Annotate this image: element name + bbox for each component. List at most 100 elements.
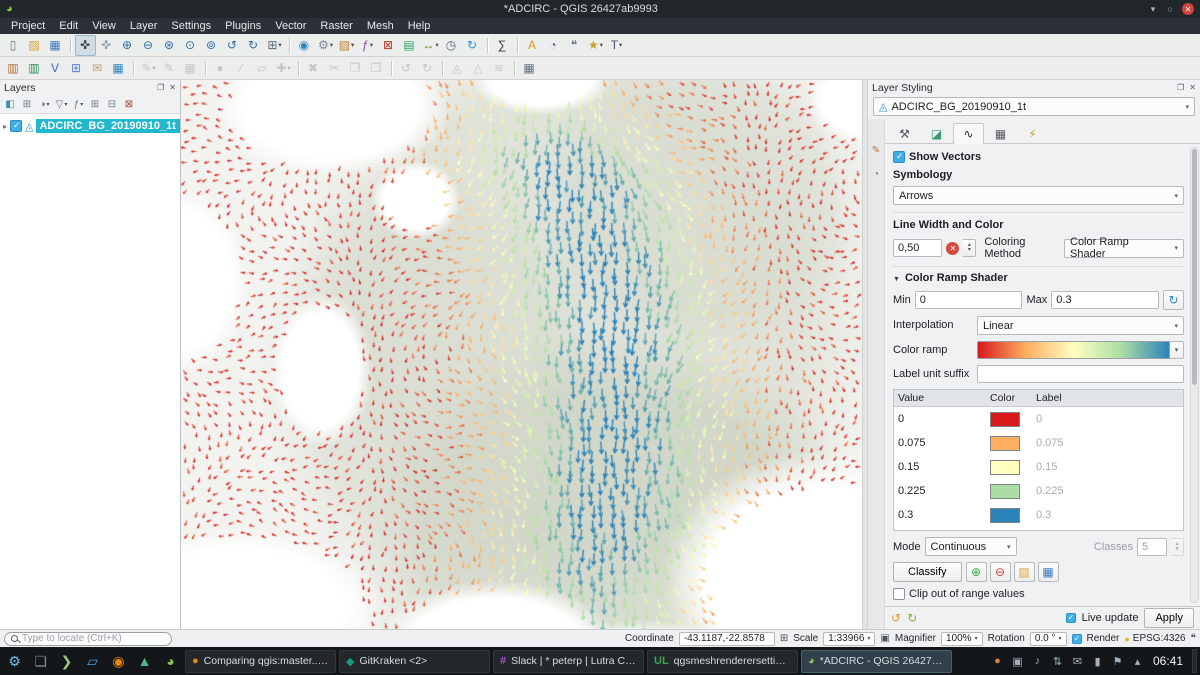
menu-edit[interactable]: Edit <box>52 18 85 34</box>
color-map-row[interactable]: 0 0 <box>894 407 1183 431</box>
line-width-spinner[interactable] <box>963 239 976 257</box>
render-checkbox[interactable] <box>1072 634 1082 644</box>
layer-diagram-icon[interactable]: ◔ <box>543 35 564 56</box>
color-swatch[interactable] <box>990 484 1020 499</box>
tray-update-icon[interactable]: ● <box>989 653 1006 670</box>
qgis-launcher-icon[interactable]: ◕ <box>159 650 182 673</box>
load-color-map-icon[interactable]: ▨ <box>1014 562 1035 582</box>
open-layer-styling-icon[interactable]: ◧ <box>2 96 19 113</box>
zoom-next-icon[interactable]: ↻ <box>243 35 264 56</box>
tab-vectors[interactable]: ∿ <box>953 123 984 144</box>
classes-spinner[interactable] <box>1171 538 1184 556</box>
styling-symbology-icon[interactable]: ✎ <box>869 143 884 158</box>
add-polygon-icon[interactable]: ▱ <box>252 58 273 79</box>
float-panel-icon[interactable]: ❐ <box>1177 83 1184 92</box>
mesh-calculator-icon[interactable]: ▦ <box>108 58 129 79</box>
menu-help[interactable]: Help <box>401 18 438 34</box>
tray-expand-icon[interactable]: ▴ <box>1129 653 1146 670</box>
manage-map-themes-icon[interactable]: ◑▾ <box>36 96 53 113</box>
panel-redo-icon[interactable]: ↻ <box>907 611 917 625</box>
zoom-last-icon[interactable]: ↺ <box>222 35 243 56</box>
current-edits-icon[interactable]: ✎▾ <box>138 58 159 79</box>
label-unit-suffix-input[interactable] <box>977 365 1184 383</box>
remove-class-icon[interactable]: ⊖ <box>990 562 1011 582</box>
zoom-to-selection-icon[interactable]: ⊙ <box>180 35 201 56</box>
save-color-map-icon[interactable]: ▦ <box>1038 562 1059 582</box>
clear-value-icon[interactable] <box>946 242 959 255</box>
tray-volume-icon[interactable]: ♪ <box>1029 653 1046 670</box>
pan-map-icon[interactable]: ✜ <box>75 35 96 56</box>
taskbar-task[interactable]: UL qgsmeshrenderersettings.h... <box>647 650 798 673</box>
coordinate-input[interactable] <box>679 632 775 646</box>
layer-labeling-icon[interactable]: A <box>522 35 543 56</box>
styling-layer-combo[interactable]: ◬ ADCIRC_BG_20190910_1t <box>873 97 1195 116</box>
messages-icon[interactable]: ❝ <box>1191 633 1196 644</box>
layer-visibility-checkbox[interactable] <box>10 120 22 132</box>
map-canvas[interactable] <box>181 80 862 629</box>
layer-name[interactable]: ADCIRC_BG_20190910_1t <box>36 119 180 133</box>
taskbar-task[interactable]: # Slack | * peterp | Lutra Con... <box>493 650 644 673</box>
konsole-icon[interactable]: ❯ <box>55 650 78 673</box>
menu-vector[interactable]: Vector <box>268 18 313 34</box>
dolphin-icon[interactable]: ▱ <box>81 650 104 673</box>
menu-raster[interactable]: Raster <box>313 18 359 34</box>
select-features-icon[interactable]: ▧▾ <box>336 35 357 56</box>
styling-panel-header[interactable]: Layer Styling ❐ ✕ <box>868 80 1200 95</box>
filter-legend-icon[interactable]: ▽▾ <box>53 96 70 113</box>
scale-combo[interactable]: 1:33966 <box>823 632 875 646</box>
statistical-summary-icon[interactable]: ∑ <box>492 35 513 56</box>
tab-rendering[interactable]: ▦ <box>985 123 1016 144</box>
layer-item[interactable]: ▸ ◬ ADCIRC_BG_20190910_1t <box>0 117 180 135</box>
new-shapefile-icon[interactable]: V <box>45 58 66 79</box>
layout-manager-icon[interactable]: ▦ <box>519 58 540 79</box>
paste-features-icon[interactable]: ❒ <box>366 58 387 79</box>
max-input[interactable] <box>1051 291 1159 309</box>
collapse-all-icon[interactable]: ⊟ <box>104 96 121 113</box>
data-source-manager-icon[interactable]: ▥ <box>3 58 24 79</box>
tab-general-settings[interactable]: ⚒ <box>889 123 920 144</box>
mesh-transform-icon[interactable]: △ <box>468 58 489 79</box>
magnifier-spinner[interactable]: 100% <box>941 632 983 646</box>
close-icon[interactable]: ✕ <box>1182 3 1194 15</box>
close-panel-icon[interactable]: ✕ <box>1189 83 1196 92</box>
zoom-full-icon[interactable]: ⊛ <box>159 35 180 56</box>
scrollbar-thumb[interactable] <box>1192 149 1197 385</box>
apply-button[interactable]: Apply <box>1144 608 1194 628</box>
new-bookmark-icon[interactable]: ★▾ <box>585 35 606 56</box>
add-point-icon[interactable]: ● <box>210 58 231 79</box>
run-feature-action-icon[interactable]: ⚙▾ <box>315 35 336 56</box>
cut-features-icon[interactable]: ✂ <box>324 58 345 79</box>
add-class-icon[interactable]: ⊕ <box>966 562 987 582</box>
window-menu-icon[interactable]: ▾ <box>1146 4 1160 15</box>
add-line-icon[interactable]: ∕ <box>231 58 252 79</box>
save-project-icon[interactable]: ▦ <box>45 35 66 56</box>
pan-to-selection-icon[interactable]: ✜ <box>96 35 117 56</box>
text-annotation-icon[interactable]: T▾ <box>606 35 627 56</box>
menu-view[interactable]: View <box>85 18 123 34</box>
vertex-tool-icon[interactable]: ✚▾ <box>273 58 294 79</box>
tray-clipboard-icon[interactable]: ▣ <box>1009 653 1026 670</box>
taskbar-task[interactable]: ● Comparing qgis:master...vcl... <box>185 650 336 673</box>
menu-plugins[interactable]: Plugins <box>218 18 268 34</box>
close-panel-icon[interactable]: ✕ <box>169 83 176 92</box>
color-map-row[interactable]: 0.225 0.225 <box>894 479 1183 503</box>
ramp-menu-arrow-icon[interactable] <box>1170 341 1184 359</box>
refresh-map-icon[interactable]: ↻ <box>462 35 483 56</box>
new-project-icon[interactable]: ▯ <box>3 35 24 56</box>
copy-features-icon[interactable]: ❐ <box>345 58 366 79</box>
mesh-reindex-icon[interactable]: ≋ <box>489 58 510 79</box>
expand-layer-icon[interactable]: ▸ <box>3 122 7 131</box>
reload-min-max-icon[interactable]: ↻ <box>1163 290 1184 310</box>
new-map-view-icon[interactable]: ⊞▾ <box>264 35 285 56</box>
save-edits-icon[interactable]: ▦ <box>180 58 201 79</box>
locate-input[interactable] <box>22 633 165 644</box>
rotation-spinner[interactable]: 0.0 ° <box>1030 632 1067 646</box>
zoom-to-layer-icon[interactable]: ⊚ <box>201 35 222 56</box>
color-swatch[interactable] <box>990 412 1020 427</box>
locate-box[interactable] <box>4 632 172 646</box>
panel-undo-icon[interactable]: ↺ <box>891 611 901 625</box>
show-vectors-checkbox[interactable] <box>893 151 905 163</box>
measure-icon[interactable]: ↔▾ <box>420 35 441 56</box>
open-attribute-table-icon[interactable]: ▤ <box>399 35 420 56</box>
color-swatch[interactable] <box>990 436 1020 451</box>
